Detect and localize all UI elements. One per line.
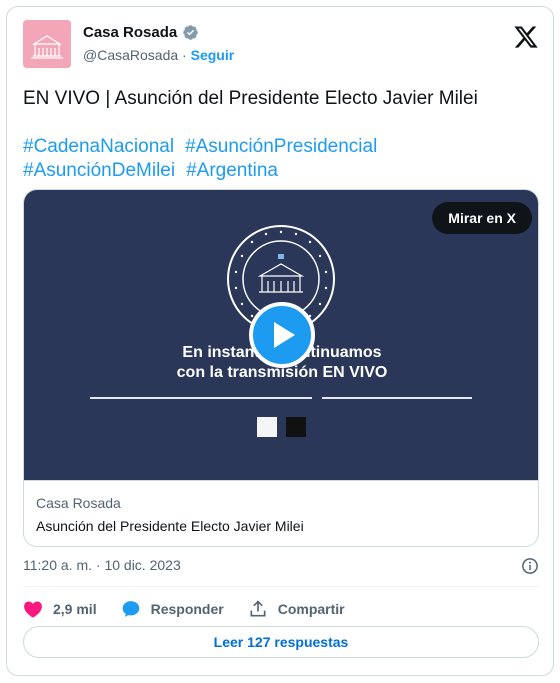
hashtag-link[interactable]: #CadenaNacional [23,136,174,157]
divider [23,586,539,587]
tweet-text: EN VIVO | Asunción del Presidente Electo… [23,88,478,109]
divider-line [322,397,472,399]
tweet-header: Casa Rosada @CasaRosada · Seguir [23,20,539,72]
heart-icon [24,601,42,618]
play-icon [274,322,295,348]
name-row: Casa Rosada [83,24,199,41]
video-meta[interactable]: Casa Rosada Asunción del Presidente Elec… [24,480,538,546]
timestamp-row: 11:20 a. m. · 10 dic. 2023 [23,557,539,577]
tweet-card: Casa Rosada @CasaRosada · Seguir EN VIVO… [6,6,554,676]
handle-row: @CasaRosada · Seguir [83,47,234,63]
video-title: Asunción del Presidente Electo Javier Mi… [36,518,304,534]
avatar[interactable] [23,20,71,68]
reply-button[interactable]: Responder [121,599,224,619]
action-bar: 2,9 mil Responder Compartir [23,595,539,623]
likes-count: 2,9 mil [53,601,97,617]
black-square [286,417,306,437]
like-button[interactable]: 2,9 mil [23,600,97,618]
timestamp[interactable]: 11:20 a. m. · 10 dic. 2023 [23,557,181,573]
divider-line [90,397,312,399]
video-player[interactable]: Mirar en X En instantes continuamos con … [24,190,538,480]
verified-badge-icon [183,25,198,40]
read-replies-button[interactable]: Leer 127 respuestas [23,626,539,658]
hashtag-link[interactable]: #AsunciónPresidencial [185,136,377,157]
author-name[interactable]: Casa Rosada [83,24,177,41]
white-square [257,417,277,437]
casa-rosada-logo-icon [23,20,71,68]
share-icon [250,600,266,617]
video-card[interactable]: Mirar en X En instantes continuamos con … [23,189,539,547]
video-source: Casa Rosada [36,495,121,511]
info-icon[interactable] [521,557,539,575]
share-label: Compartir [277,601,345,617]
author-handle[interactable]: @CasaRosada [83,47,178,63]
share-button[interactable]: Compartir [248,599,345,619]
reply-icon [122,601,139,617]
hashtags: #CadenaNacional #AsunciónPresidencial #As… [23,135,539,183]
separator: · [182,47,187,63]
follow-button[interactable]: Seguir [191,47,235,63]
reply-label: Responder [150,601,224,617]
hashtag-link[interactable]: #AsunciónDeMilei [23,160,175,181]
watch-on-x-button[interactable]: Mirar en X [432,202,532,234]
play-button[interactable] [249,302,315,368]
x-logo-icon[interactable] [513,24,539,50]
hashtag-link[interactable]: #Argentina [186,160,278,181]
